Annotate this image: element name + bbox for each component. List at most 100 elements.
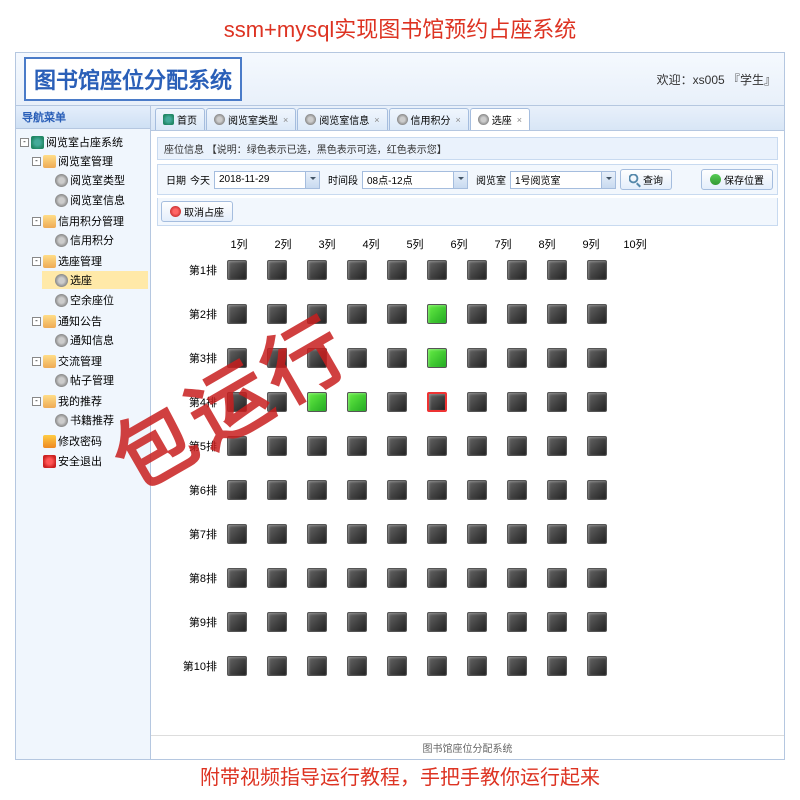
seat-5-5[interactable] — [387, 436, 407, 456]
cancel-button[interactable]: 取消占座 — [161, 201, 233, 222]
seat-1-6[interactable] — [427, 260, 447, 280]
seat-4-8[interactable] — [507, 392, 527, 412]
seat-4-6[interactable] — [427, 392, 447, 412]
tab-信用积分[interactable]: 信用积分× — [389, 108, 469, 130]
seat-10-7[interactable] — [467, 656, 487, 676]
seat-3-2[interactable] — [267, 348, 287, 368]
tree-item[interactable]: 书籍推荐 — [42, 411, 148, 429]
seat-5-10[interactable] — [587, 436, 607, 456]
seat-6-9[interactable] — [547, 480, 567, 500]
seat-2-9[interactable] — [547, 304, 567, 324]
tree-group[interactable]: -通知公告 — [30, 312, 148, 330]
seat-3-5[interactable] — [387, 348, 407, 368]
seat-4-9[interactable] — [547, 392, 567, 412]
seat-1-5[interactable] — [387, 260, 407, 280]
seat-5-4[interactable] — [347, 436, 367, 456]
seat-7-4[interactable] — [347, 524, 367, 544]
seat-2-10[interactable] — [587, 304, 607, 324]
seat-5-2[interactable] — [267, 436, 287, 456]
seat-4-4[interactable] — [347, 392, 367, 412]
seat-5-3[interactable] — [307, 436, 327, 456]
seat-2-7[interactable] — [467, 304, 487, 324]
seat-3-9[interactable] — [547, 348, 567, 368]
seat-7-10[interactable] — [587, 524, 607, 544]
seat-7-2[interactable] — [267, 524, 287, 544]
chevron-down-icon[interactable] — [601, 172, 615, 188]
seat-7-9[interactable] — [547, 524, 567, 544]
seat-8-3[interactable] — [307, 568, 327, 588]
date-combo[interactable] — [214, 171, 320, 189]
seat-7-3[interactable] — [307, 524, 327, 544]
seat-9-9[interactable] — [547, 612, 567, 632]
seat-4-5[interactable] — [387, 392, 407, 412]
seat-10-3[interactable] — [307, 656, 327, 676]
seat-9-8[interactable] — [507, 612, 527, 632]
seat-6-1[interactable] — [227, 480, 247, 500]
tree-group[interactable]: -我的推荐 — [30, 392, 148, 410]
seat-3-7[interactable] — [467, 348, 487, 368]
seat-2-8[interactable] — [507, 304, 527, 324]
seat-2-2[interactable] — [267, 304, 287, 324]
seat-6-6[interactable] — [427, 480, 447, 500]
seat-7-7[interactable] — [467, 524, 487, 544]
seat-4-7[interactable] — [467, 392, 487, 412]
seat-3-8[interactable] — [507, 348, 527, 368]
seat-6-7[interactable] — [467, 480, 487, 500]
tab-阅览室信息[interactable]: 阅览室信息× — [297, 108, 387, 130]
seat-9-1[interactable] — [227, 612, 247, 632]
close-icon[interactable]: × — [517, 115, 522, 125]
seat-8-8[interactable] — [507, 568, 527, 588]
seat-8-4[interactable] — [347, 568, 367, 588]
seat-10-2[interactable] — [267, 656, 287, 676]
save-button[interactable]: 保存位置 — [701, 169, 773, 190]
tree-item[interactable]: 帖子管理 — [42, 371, 148, 389]
tree-item[interactable]: 选座 — [42, 271, 148, 289]
seat-8-5[interactable] — [387, 568, 407, 588]
seat-9-6[interactable] — [427, 612, 447, 632]
seat-1-2[interactable] — [267, 260, 287, 280]
seat-10-9[interactable] — [547, 656, 567, 676]
seat-6-8[interactable] — [507, 480, 527, 500]
seat-3-6[interactable] — [427, 348, 447, 368]
tab-选座[interactable]: 选座× — [470, 108, 530, 130]
seat-8-6[interactable] — [427, 568, 447, 588]
seat-10-5[interactable] — [387, 656, 407, 676]
tree-group[interactable]: -交流管理 — [30, 352, 148, 370]
seat-1-3[interactable] — [307, 260, 327, 280]
seat-4-3[interactable] — [307, 392, 327, 412]
seat-8-10[interactable] — [587, 568, 607, 588]
seat-1-8[interactable] — [507, 260, 527, 280]
seat-2-6[interactable] — [427, 304, 447, 324]
date-input[interactable] — [215, 172, 305, 187]
room-input[interactable] — [511, 172, 601, 187]
chevron-down-icon[interactable] — [453, 172, 467, 188]
seat-4-10[interactable] — [587, 392, 607, 412]
seat-3-3[interactable] — [307, 348, 327, 368]
seat-2-4[interactable] — [347, 304, 367, 324]
tree-root[interactable]: -阅览室占座系统 — [18, 133, 148, 151]
seat-6-3[interactable] — [307, 480, 327, 500]
seat-9-3[interactable] — [307, 612, 327, 632]
tree-extra[interactable]: 修改密码 — [30, 432, 148, 450]
seat-8-2[interactable] — [267, 568, 287, 588]
seat-10-1[interactable] — [227, 656, 247, 676]
seat-10-4[interactable] — [347, 656, 367, 676]
tab-首页[interactable]: 首页 — [155, 108, 205, 130]
seat-5-7[interactable] — [467, 436, 487, 456]
seat-7-1[interactable] — [227, 524, 247, 544]
close-icon[interactable]: × — [283, 115, 288, 125]
chevron-down-icon[interactable] — [305, 172, 319, 188]
tree-item[interactable]: 通知信息 — [42, 331, 148, 349]
seat-5-1[interactable] — [227, 436, 247, 456]
seat-9-5[interactable] — [387, 612, 407, 632]
seat-7-6[interactable] — [427, 524, 447, 544]
seat-8-9[interactable] — [547, 568, 567, 588]
tree-item[interactable]: 信用积分 — [42, 231, 148, 249]
seat-6-4[interactable] — [347, 480, 367, 500]
time-combo[interactable] — [362, 171, 468, 189]
seat-3-10[interactable] — [587, 348, 607, 368]
seat-9-4[interactable] — [347, 612, 367, 632]
seat-10-6[interactable] — [427, 656, 447, 676]
seat-4-1[interactable] — [227, 392, 247, 412]
seat-6-5[interactable] — [387, 480, 407, 500]
